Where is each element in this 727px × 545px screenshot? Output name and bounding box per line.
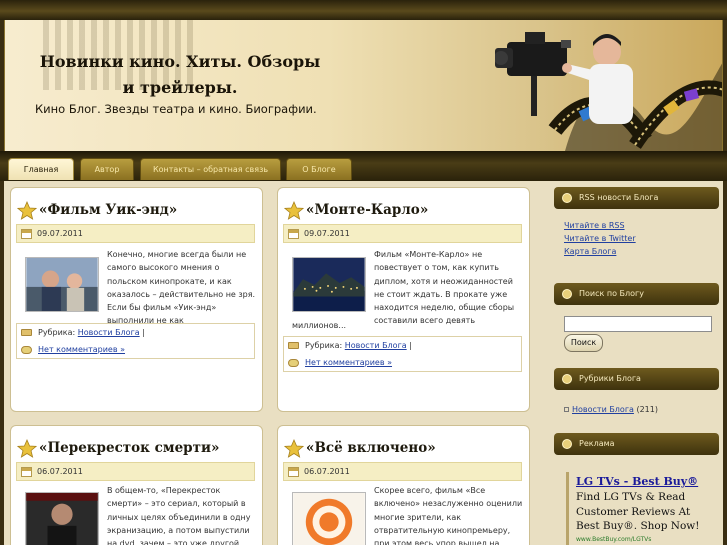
post-excerpt: В общем-то, «Перекресток смерти» – это с…	[107, 486, 251, 545]
post-excerpt-continued: миллионов...	[292, 321, 347, 330]
category-label: Рубрика:	[38, 328, 76, 337]
twitter-link[interactable]: Читайте в Twitter	[564, 232, 636, 245]
star-icon	[284, 439, 304, 458]
post-category-row: Рубрика: Новости Блога |	[288, 341, 412, 350]
post-title[interactable]: «Монте-Карло»	[306, 202, 428, 218]
post-date-bar: 09.07.2011	[283, 224, 522, 243]
post-date: 06.07.2011	[37, 467, 83, 476]
categories-widget-title: Рубрики Блога	[554, 368, 719, 390]
search-widget-title: Поиск по Блогу	[554, 283, 719, 305]
rss-widget-label: RSS новости Блога	[579, 193, 659, 202]
top-strip	[0, 0, 727, 20]
tab-author[interactable]: Автор	[80, 158, 134, 180]
ad-url[interactable]: www.BestBuy.com/LGTVs	[576, 536, 651, 543]
ad-title[interactable]: LG TVs - Best Buy®	[576, 475, 698, 488]
ads-widget-title: Реклама	[554, 433, 719, 455]
rss-link[interactable]: Читайте в RSS	[564, 219, 636, 232]
post-thumbnail[interactable]	[25, 257, 99, 312]
comments-link[interactable]: Нет комментариев »	[38, 345, 125, 354]
category-label: Рубрика:	[305, 341, 343, 350]
bullet-icon	[564, 407, 569, 412]
category-link[interactable]: Новости Блога	[78, 328, 140, 337]
post-card: «Монте-Карло» 09.07.2011 Фильм «Монте-Ка…	[277, 187, 530, 412]
post-date: 06.07.2011	[304, 467, 350, 476]
site-description: Кино Блог. Звезды театра и кино. Биограф…	[35, 102, 317, 116]
site-title[interactable]: Новинки кино. Хиты. Обзоры и трейлеры.	[35, 49, 325, 101]
tab-about[interactable]: О Блоге	[286, 158, 352, 180]
post-card: «Фильм Уик-энд» 09.07.2011 Конечно, мног…	[10, 187, 263, 412]
post-comments-row: Нет комментариев »	[21, 345, 125, 354]
folder-icon	[288, 342, 299, 349]
comments-link[interactable]: Нет комментариев »	[305, 358, 392, 367]
category-item[interactable]: Новости Блога	[572, 405, 634, 414]
post-date: 09.07.2011	[304, 229, 350, 238]
star-icon	[284, 201, 304, 220]
folder-icon	[562, 374, 572, 384]
category-count: (211)	[636, 405, 658, 414]
calendar-icon	[21, 229, 32, 239]
post-thumbnail[interactable]	[292, 257, 366, 312]
post-meta: Рубрика: Новости Блога | Нет комментарие…	[16, 323, 255, 359]
rss-links: Читайте в RSS Читайте в Twitter Карта Бл…	[564, 219, 636, 258]
calendar-icon	[21, 467, 32, 477]
post-meta: Рубрика: Новости Блога | Нет комментарие…	[283, 336, 522, 372]
star-icon	[17, 439, 37, 458]
comments-icon	[21, 345, 32, 354]
rss-icon	[562, 193, 572, 203]
tab-contacts[interactable]: Контакты – обратная связь	[140, 158, 281, 180]
site-header: Новинки кино. Хиты. Обзоры и трейлеры. К…	[4, 20, 723, 151]
categories-widget-label: Рубрики Блога	[579, 374, 641, 383]
comments-icon	[288, 358, 299, 367]
post-date-bar: 06.07.2011	[283, 462, 522, 481]
calendar-icon	[288, 229, 299, 239]
post-excerpt: Скорее всего, фильм «Все включено» незас…	[374, 486, 523, 545]
ad-text: Find LG TVs & Read Customer Reviews At B…	[576, 491, 700, 532]
search-button[interactable]: Поиск	[564, 334, 603, 352]
ads-icon	[562, 439, 572, 449]
category-link[interactable]: Новости Блога	[345, 341, 407, 350]
post-title[interactable]: «Всё включено»	[306, 440, 436, 456]
cameraman-illustration	[495, 32, 722, 151]
calendar-icon	[288, 467, 299, 477]
search-input[interactable]	[564, 316, 712, 332]
rss-widget-title: RSS новости Блога	[554, 187, 719, 209]
post-thumbnail[interactable]	[25, 492, 99, 545]
star-icon	[17, 201, 37, 220]
post-title[interactable]: «Перекресток смерти»	[39, 440, 219, 456]
post-category-row: Рубрика: Новости Блога |	[21, 328, 145, 337]
post-date-bar: 09.07.2011	[16, 224, 255, 243]
post-date: 09.07.2011	[37, 229, 83, 238]
post-comments-row: Нет комментариев »	[288, 358, 392, 367]
ad-divider	[566, 472, 569, 545]
post-card: «Перекресток смерти» 06.07.2011 В общем-…	[10, 425, 263, 545]
search-icon	[562, 289, 572, 299]
main-navigation: Главная Автор Контакты – обратная связь …	[0, 151, 727, 181]
post-title[interactable]: «Фильм Уик-энд»	[39, 202, 177, 218]
search-widget-label: Поиск по Блогу	[579, 289, 644, 298]
post-date-bar: 06.07.2011	[16, 462, 255, 481]
post-thumbnail[interactable]	[292, 492, 366, 545]
folder-icon	[21, 329, 32, 336]
ads-widget-label: Реклама	[579, 439, 615, 448]
post-excerpt: Фильм «Монте-Карло» не повествует о том,…	[374, 250, 515, 326]
tab-home[interactable]: Главная	[8, 158, 74, 180]
sitemap-link[interactable]: Карта Блога	[564, 245, 636, 258]
post-card: «Всё включено» 06.07.2011 Скорее всего, …	[277, 425, 530, 545]
categories-list: Новости Блога (211)	[564, 403, 658, 416]
